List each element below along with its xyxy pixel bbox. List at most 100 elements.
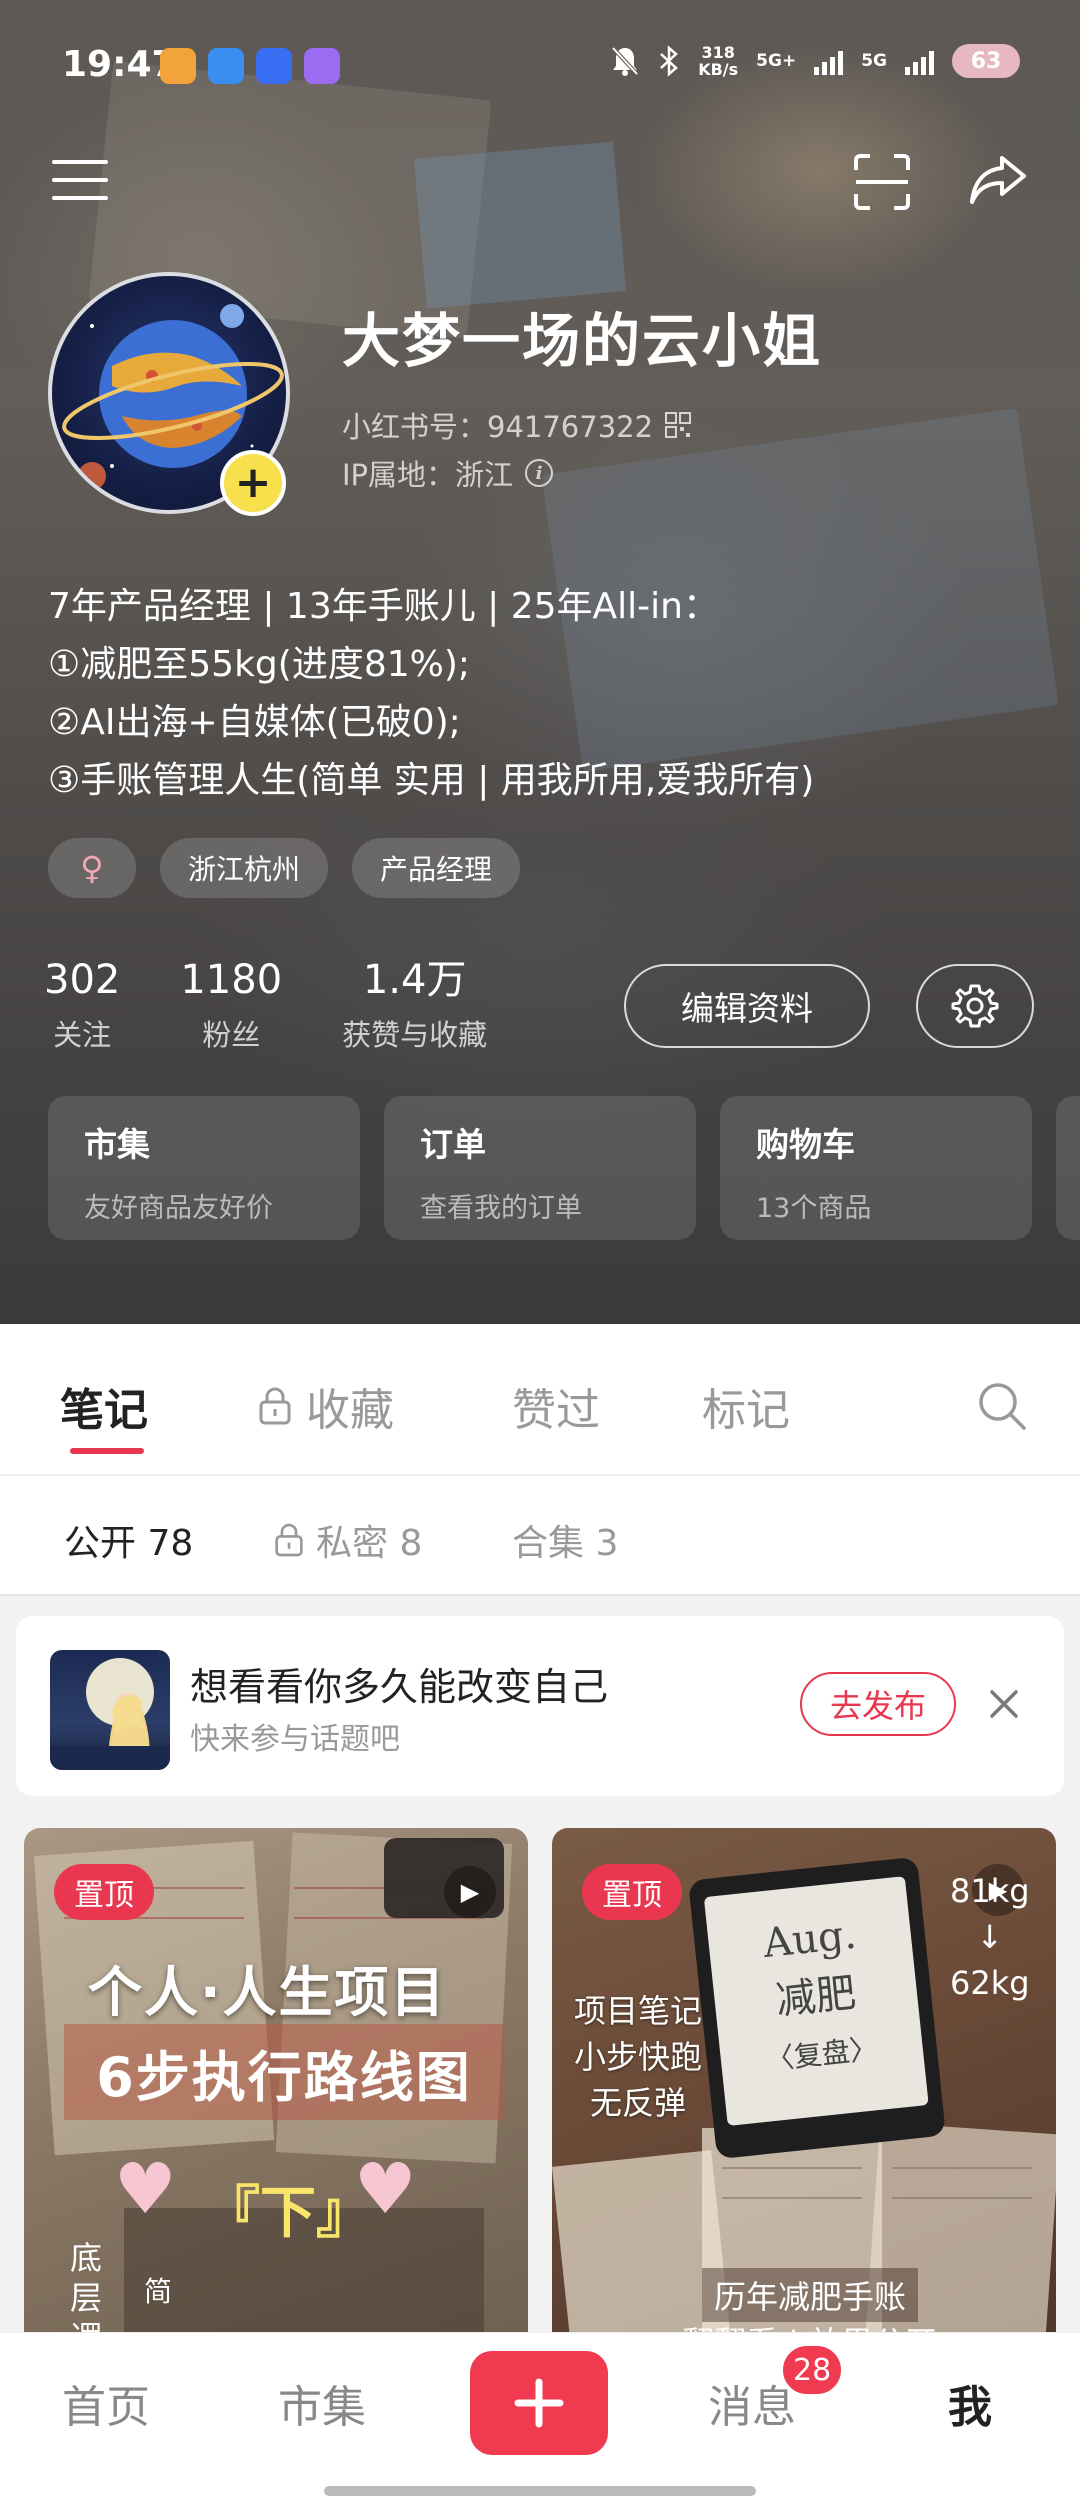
qr-code-icon[interactable] bbox=[665, 412, 692, 438]
tab-liked[interactable]: 赞过 bbox=[512, 1374, 600, 1438]
settings-button[interactable] bbox=[916, 964, 1034, 1048]
search-icon[interactable] bbox=[976, 1380, 1028, 1432]
more-card[interactable] bbox=[1056, 1096, 1080, 1240]
subtab-albums[interactable]: 合集 3 bbox=[512, 1514, 618, 1566]
plus-icon bbox=[514, 2378, 564, 2428]
card-title: 市集 bbox=[84, 1125, 150, 1164]
mute-bell-icon bbox=[611, 46, 639, 76]
menu-icon[interactable] bbox=[52, 160, 108, 208]
gear-icon bbox=[951, 984, 999, 1028]
profile-header: 19:47 318 KB/s 5G+ 5G 63 + 大梦一场的云小姐 小红书号… bbox=[0, 0, 1080, 1325]
profile-name: 大梦一场的云小姐 bbox=[342, 307, 823, 375]
weight-progress-text: 81kg ↓ 62kg bbox=[950, 1868, 1030, 2006]
pinned-badge: 置顶 bbox=[54, 1864, 154, 1920]
card-subtitle: 13个商品 bbox=[756, 1193, 872, 1224]
info-icon[interactable]: i bbox=[525, 459, 554, 487]
network-speed: 318 KB/s bbox=[698, 43, 739, 79]
publish-button[interactable]: 去发布 bbox=[800, 1672, 956, 1736]
orders-card[interactable]: 订单 查看我的订单 bbox=[384, 1096, 696, 1240]
network-type-1: 5G+ bbox=[756, 51, 797, 71]
status-right: 318 KB/s 5G+ 5G 63 bbox=[610, 44, 1020, 78]
subtab-public[interactable]: 公开 78 bbox=[64, 1514, 193, 1566]
tab-label: 笔记 bbox=[60, 1385, 148, 1436]
signal-bars-icon bbox=[814, 47, 844, 75]
note-cover-text: 简 bbox=[144, 2275, 173, 2308]
stat-following[interactable]: 302 关注 bbox=[44, 952, 120, 1054]
card-title: 购物车 bbox=[756, 1125, 855, 1164]
tab-label: 赞过 bbox=[512, 1385, 600, 1436]
stat-followers[interactable]: 1180 粉丝 bbox=[180, 952, 282, 1054]
tablet-screen: Aug. 减肥 〈复盘〉 bbox=[703, 1876, 929, 2126]
card-subtitle: 查看我的订单 bbox=[420, 1193, 582, 1224]
subtab-label: 合集 3 bbox=[512, 1523, 619, 1564]
nav-market[interactable]: 市集 bbox=[278, 2371, 366, 2435]
bio-line: 7年产品经理 | 13年手账儿 | 25年All-in： bbox=[48, 586, 719, 627]
stat-label: 获赞与收藏 bbox=[342, 1018, 488, 1052]
card-subtitle: 友好商品友好价 bbox=[84, 1193, 273, 1224]
edit-profile-button[interactable]: 编辑资料 bbox=[624, 964, 870, 1048]
subtab-private[interactable]: 私密 8 bbox=[274, 1514, 422, 1566]
share-icon[interactable] bbox=[966, 148, 1030, 212]
tab-label: 收藏 bbox=[306, 1385, 394, 1436]
subtab-label: 私密 8 bbox=[316, 1523, 423, 1564]
stat-number: 1.4万 bbox=[362, 957, 467, 1003]
cart-card[interactable]: 购物车 13个商品 bbox=[720, 1096, 1032, 1240]
bluetooth-icon bbox=[660, 45, 679, 77]
stat-number: 1180 bbox=[180, 957, 283, 1003]
topic-promo-banner[interactable]: 想看看你多久能改变自己 快来参与话题吧 去发布 bbox=[16, 1616, 1064, 1796]
create-post-button[interactable] bbox=[470, 2351, 608, 2455]
bio-line: ②AI出海+自媒体(已破0); bbox=[48, 702, 461, 743]
note-cover-text: 项目笔记 小步快跑 无反弹 bbox=[574, 1992, 703, 2122]
user-id-row[interactable]: 小红书号：941767322 bbox=[342, 404, 692, 446]
nav-me[interactable]: 我 bbox=[948, 2371, 992, 2435]
note-cover-text: 个人·人生项目 bbox=[88, 1961, 447, 2024]
lock-icon bbox=[275, 1523, 303, 1557]
service-cards: 市集 友好商品友好价 订单 查看我的订单 购物车 13个商品 bbox=[48, 1096, 1080, 1240]
promo-thumbnail bbox=[50, 1650, 170, 1770]
note-cover-text: 6步执行路线图 bbox=[64, 2024, 504, 2120]
stat-likes[interactable]: 1.4万 获赞与收藏 bbox=[342, 952, 487, 1054]
subtab-label: 公开 78 bbox=[64, 1523, 194, 1564]
notification-app-icon bbox=[304, 48, 340, 84]
status-bar: 19:47 318 KB/s 5G+ 5G 63 bbox=[0, 0, 1080, 120]
weight-end: 62kg bbox=[950, 1964, 1030, 2002]
weight-start: 81kg bbox=[950, 1872, 1030, 1910]
active-tab-indicator bbox=[70, 1448, 144, 1454]
close-icon[interactable] bbox=[982, 1682, 1026, 1726]
add-avatar-button[interactable]: + bbox=[220, 450, 286, 516]
status-app-icons bbox=[160, 48, 340, 84]
pinned-badge: 置顶 bbox=[582, 1864, 682, 1920]
heart-icon: ♥ bbox=[114, 2148, 177, 2230]
profile-tags: ♀ 浙江杭州 产品经理 bbox=[48, 838, 521, 898]
occupation-tag: 产品经理 bbox=[352, 838, 521, 898]
arrow-down-icon: ↓ bbox=[976, 1918, 1004, 1956]
ip-location: IP属地：浙江 bbox=[342, 458, 514, 492]
network-type-2: 5G bbox=[861, 51, 887, 71]
promo-subtitle: 快来参与话题吧 bbox=[190, 1722, 400, 1757]
notification-app-icon bbox=[208, 48, 244, 84]
battery-icon: 63 bbox=[952, 44, 1020, 78]
tab-marked[interactable]: 标记 bbox=[702, 1374, 790, 1438]
stat-label: 关注 bbox=[53, 1018, 112, 1052]
home-indicator[interactable] bbox=[324, 2486, 756, 2496]
tab-collections[interactable]: 收藏 bbox=[258, 1374, 394, 1438]
gender-tag: ♀ bbox=[48, 838, 136, 898]
tab-notes[interactable]: 笔记 bbox=[60, 1374, 148, 1438]
market-card[interactable]: 市集 友好商品友好价 bbox=[48, 1096, 360, 1240]
messages-badge: 28 bbox=[780, 2343, 845, 2397]
scan-icon[interactable] bbox=[852, 152, 912, 212]
background-decoration bbox=[413, 141, 627, 309]
promo-title: 想看看你多久能改变自己 bbox=[190, 1665, 609, 1709]
ip-location-row: IP属地：浙江 i bbox=[342, 452, 554, 494]
nav-home[interactable]: 首页 bbox=[62, 2371, 150, 2435]
user-id: 小红书号：941767322 bbox=[342, 410, 654, 444]
note-card[interactable]: Aug. 减肥 〈复盘〉 置顶 ▶ 81kg ↓ 62kg 项目笔记 小步快跑 … bbox=[552, 1828, 1056, 2356]
stat-label: 粉丝 bbox=[202, 1018, 261, 1052]
signal-bars-icon bbox=[905, 47, 934, 75]
bio-line: ①减肥至55kg(进度81%); bbox=[48, 644, 471, 685]
note-card[interactable]: 置顶 ▶ 个人·人生项目 6步执行路线图 ♥ ♥ 『下』 底层逻 简 bbox=[24, 1828, 528, 2356]
video-play-icon: ▶ bbox=[444, 1866, 496, 1918]
card-title: 订单 bbox=[420, 1125, 486, 1164]
girl-moon-illustration bbox=[50, 1658, 170, 1770]
content-tabs: 笔记 收藏 赞过 标记 bbox=[0, 1324, 1080, 1476]
